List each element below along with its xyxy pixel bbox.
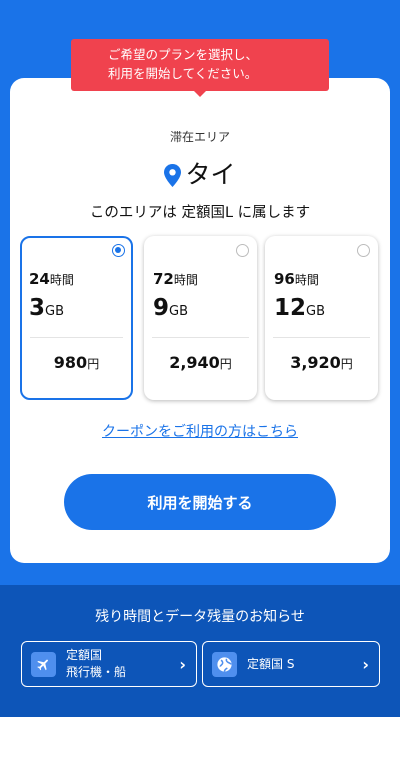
plan-data: 9GB — [153, 295, 189, 321]
country-row: タイ — [0, 158, 400, 192]
area-belong-text: このエリアは 定額国L に属します — [89, 205, 311, 221]
plan-hours: 96時間 — [274, 270, 319, 288]
country-name: タイ — [185, 160, 236, 189]
start-usage-button[interactable]: 利用を開始する — [64, 474, 336, 530]
plan-hours: 72時間 — [153, 270, 198, 288]
radio-unselected-icon[interactable] — [357, 244, 370, 257]
plan-divider — [152, 337, 249, 338]
plan-data: 12GB — [274, 295, 326, 321]
plan-divider — [273, 337, 370, 338]
airplane-icon — [31, 651, 56, 677]
plan-hours: 24時間 — [29, 270, 74, 288]
fixed-rate-flight-ship-button[interactable]: 定額国 飛行機・船 › — [21, 641, 197, 687]
radio-unselected-icon[interactable] — [236, 244, 249, 257]
tooltip-line-1: ご希望のプランを選択し、 — [108, 47, 259, 62]
instruction-tooltip: ご希望のプランを選択し、 利用を開始してください。 — [71, 39, 329, 91]
chevron-right-icon: › — [362, 654, 369, 674]
plan-price: 980円 — [53, 353, 100, 372]
plan-divider — [30, 337, 123, 338]
plan-price: 2,940円 — [169, 353, 232, 372]
plan-data: 3GB — [29, 295, 65, 321]
tooltip-tail — [193, 90, 207, 97]
chevron-right-icon: › — [179, 654, 186, 674]
plan-price: 3,920円 — [290, 353, 353, 372]
flight-ship-label: 定額国 飛行機・船 — [66, 648, 127, 679]
radio-selected-icon[interactable] — [112, 244, 125, 257]
plan-option-72h[interactable]: 72時間 9GB 2,940円 — [144, 236, 257, 400]
plan-option-24h[interactable]: 24時間 3GB 980円 — [20, 236, 133, 400]
plan-option-96h[interactable]: 96時間 12GB 3,920円 — [265, 236, 378, 400]
globe-icon — [212, 651, 237, 677]
notice-title: 残り時間とデータ残量のお知らせ — [95, 609, 305, 625]
area-label: 滞在エリア — [169, 130, 230, 144]
fixed-rate-s-label: 定額国 S — [247, 656, 295, 671]
fixed-rate-s-button[interactable]: 定額国 S › — [202, 641, 380, 687]
location-pin-icon — [164, 163, 182, 187]
tooltip-line-2: 利用を開始してください。 — [108, 66, 258, 81]
coupon-link[interactable]: クーポンをご利用の方はこちら — [0, 421, 400, 441]
